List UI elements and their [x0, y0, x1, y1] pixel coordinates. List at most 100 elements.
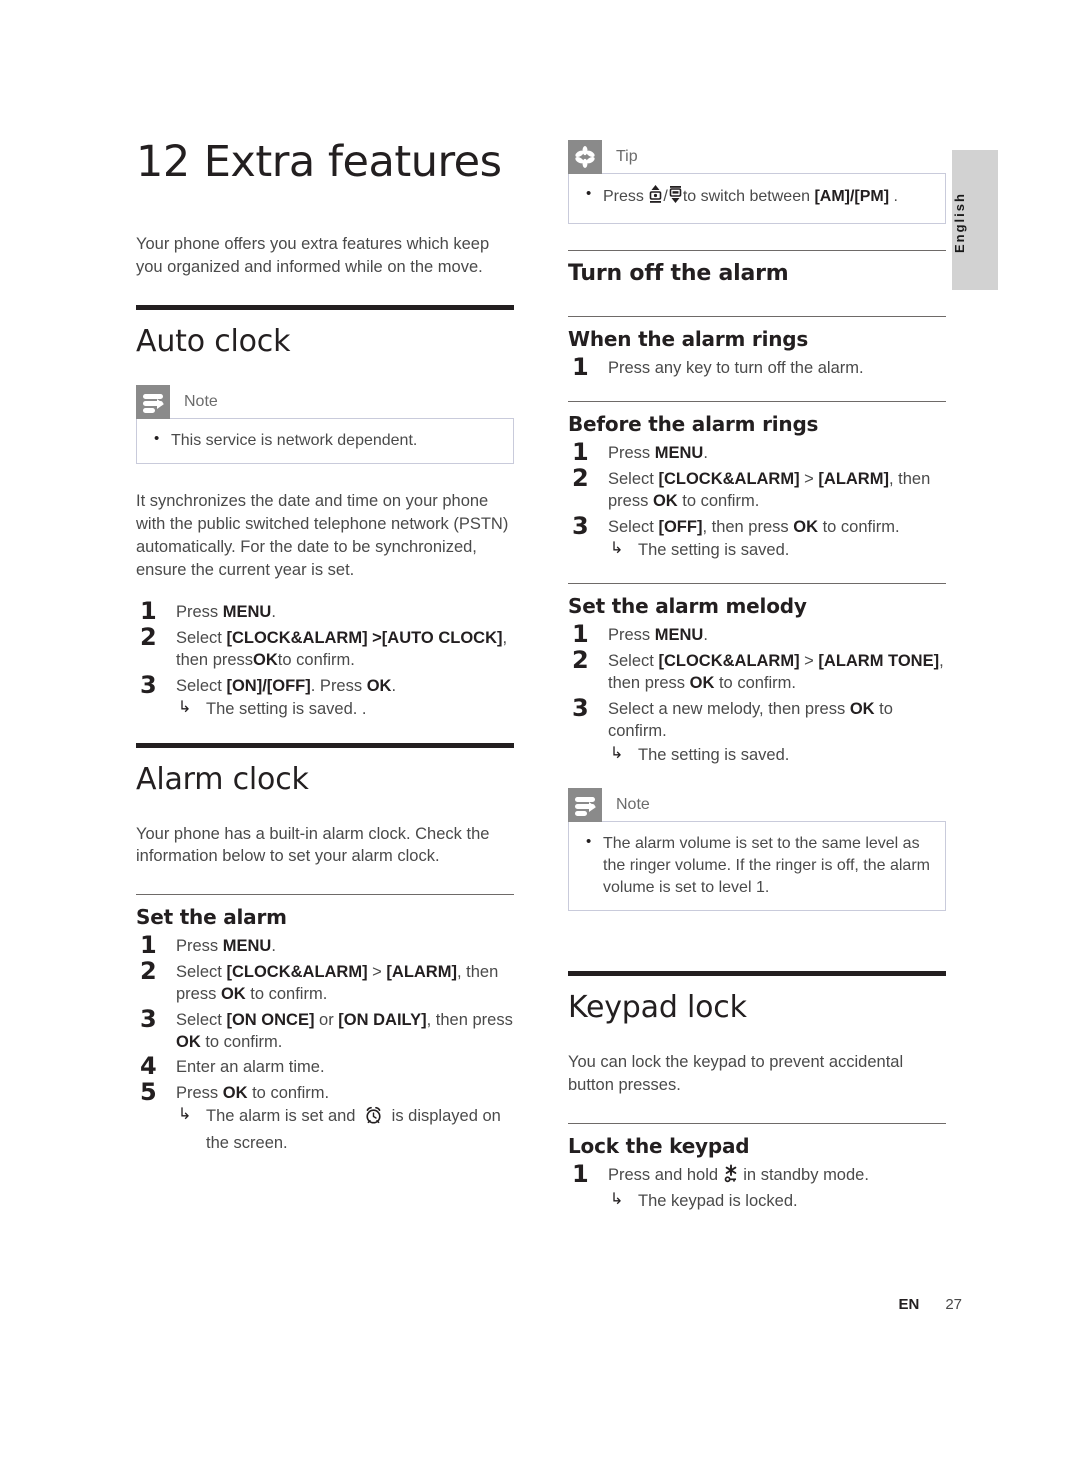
subsection-rule — [568, 315, 946, 317]
section-alarm-clock-heading: Alarm clock — [136, 761, 309, 797]
callout-body: The alarm volume is set to the same leve… — [568, 821, 946, 912]
step-text-post: in standby mode. — [743, 1165, 869, 1184]
step-text-bold: [CLOCK&ALARM] — [226, 962, 368, 981]
step-text: Select — [176, 628, 227, 647]
step-text: Press — [176, 603, 223, 622]
section-rule — [136, 742, 514, 748]
chapter-intro: Your phone offers you extra features whi… — [136, 235, 490, 276]
note-icon — [568, 788, 602, 822]
step-text: Select a new melody, then press — [608, 699, 850, 718]
step-text: . — [703, 444, 708, 463]
step-text-bold: OK — [366, 676, 392, 695]
subsection-rule — [568, 401, 946, 403]
step-result: ↳ The setting is saved. . — [176, 698, 514, 720]
result-text: The keypad is locked. — [638, 1192, 798, 1211]
tip-text-sep: / — [663, 188, 668, 205]
language-tab-label: English — [952, 192, 967, 254]
note-list: The alarm volume is set to the same leve… — [583, 832, 931, 898]
step-text: Select — [176, 1010, 227, 1029]
when-the-alarm-rings-steps: Press any key to turn off the alarm. — [568, 354, 946, 382]
result-text: The setting is saved. — [638, 540, 790, 559]
list-item: The alarm volume is set to the same leve… — [583, 832, 931, 898]
step-text: > — [367, 962, 387, 981]
chapter-title-text: Extra features — [203, 137, 502, 187]
page-footer: EN 27 — [0, 1296, 1080, 1313]
step-text: Select — [176, 676, 227, 695]
step-text-bold: [ALARM] — [386, 962, 457, 981]
subsection-turn-off-the-alarm-heading: Turn off the alarm — [568, 260, 789, 286]
section-keypad-lock-heading: Keypad lock — [568, 990, 747, 1026]
alarm-clock-paragraph: Your phone has a built-in alarm clock. C… — [136, 824, 490, 866]
nav-up-key-icon — [649, 185, 662, 211]
note-callout-alarm-volume: Note The alarm volume is set to the same… — [568, 788, 946, 912]
step-result: ↳ The setting is saved. — [608, 744, 946, 766]
section-rule — [568, 971, 946, 977]
step-text-bold: [CLOCK&ALARM] — [658, 651, 800, 670]
section-rule — [136, 304, 514, 310]
left-column: 12 Extra features Your phone offers you e… — [136, 137, 514, 1176]
step-text: . — [391, 676, 397, 695]
tip-list: Press / — [583, 184, 931, 211]
step-item: Press and hold in standby mode. ↳ The ke… — [568, 1161, 946, 1213]
step-item: Select [CLOCK&ALARM] > [ALARM], then pre… — [568, 465, 946, 513]
step-text-bold: MENU — [222, 603, 272, 622]
chapter-title: 12 Extra features — [136, 137, 514, 187]
callout-header: Note — [568, 788, 946, 822]
tip-asterisk-icon — [568, 140, 602, 174]
result-text: The alarm is set and — [206, 1107, 361, 1126]
subsection-rule — [568, 583, 946, 585]
step-text: to confirm. — [200, 1032, 283, 1051]
step-item: Press any key to turn off the alarm. — [568, 354, 946, 382]
step-text: Press — [176, 1083, 223, 1102]
step-result: ↳ The setting is saved. — [608, 539, 946, 561]
step-text: Select — [608, 651, 659, 670]
step-item: Press MENU. — [568, 439, 946, 467]
step-text-bold: OK — [220, 985, 246, 1004]
step-text: Select — [176, 962, 227, 981]
language-tab: English — [952, 150, 998, 290]
step-text: . — [271, 603, 276, 622]
subsection-set-the-alarm-melody-heading: Set the alarm melody — [568, 594, 807, 619]
step-text: , then press — [702, 517, 794, 536]
callout-body: Press / — [568, 173, 946, 224]
footer-locale: EN — [898, 1296, 920, 1313]
alarm-clock-icon — [364, 1106, 383, 1131]
step-text-bold: OK — [849, 699, 875, 718]
step-item: Select [ON]/[OFF]. Press OK. ↳ The setting… — [136, 672, 514, 721]
step-text-bold: [CLOCK&ALARM] — [658, 469, 800, 488]
step-text-bold: OK — [652, 492, 678, 511]
step-text-bold: MENU — [654, 444, 704, 463]
keypad-lock-paragraph: You can lock the keypad to prevent accid… — [568, 1053, 904, 1095]
step-item: Press MENU. — [136, 932, 514, 960]
step-text: or — [314, 1010, 339, 1029]
step-item: Select a new melody, then press OK to co… — [568, 695, 946, 766]
tip-text-post: . — [889, 188, 898, 205]
step-item: Select [CLOCK&ALARM] > [ALARM], then pre… — [136, 958, 514, 1006]
result-arrow-icon: ↳ — [610, 744, 624, 762]
step-text: , then press — [426, 1010, 513, 1029]
callout-body: This service is network dependent. — [136, 417, 514, 465]
tip-text-bold: [AM]/[PM] — [814, 188, 890, 205]
step-text: . Press — [310, 676, 367, 695]
auto-clock-steps: Press MENU. Select [CLOCK&ALARM] >[AUTO C… — [136, 598, 514, 721]
step-text: to confirm. — [818, 517, 900, 536]
step-text-bold: MENU — [222, 937, 272, 956]
subsection-rule — [568, 249, 946, 251]
step-result: ↳ The keypad is locked. — [608, 1190, 946, 1212]
note-icon — [136, 384, 170, 419]
step-text: Press any key to turn off the alarm. — [608, 358, 864, 377]
right-column: Tip Press / — [568, 140, 946, 1235]
tip-callout: Tip Press / — [568, 140, 946, 224]
result-text: The setting is saved. — [638, 745, 790, 764]
step-text-bold: [ON]/[OFF] — [226, 676, 311, 695]
list-item: Press / — [583, 184, 931, 211]
step-text: to confirm. — [245, 985, 328, 1004]
step-text: . — [703, 626, 708, 645]
step-text: Press — [176, 937, 223, 956]
step-text: > — [799, 651, 819, 670]
chapter-number: 12 — [136, 137, 190, 187]
set-the-alarm-steps: Press MENU. Select [CLOCK&ALARM] > [ALARM… — [136, 932, 514, 1154]
note-list: This service is network dependent. — [151, 429, 499, 452]
step-text: Select — [608, 469, 659, 488]
lock-the-keypad-steps: Press and hold in standby mode. ↳ The ke… — [568, 1161, 946, 1213]
